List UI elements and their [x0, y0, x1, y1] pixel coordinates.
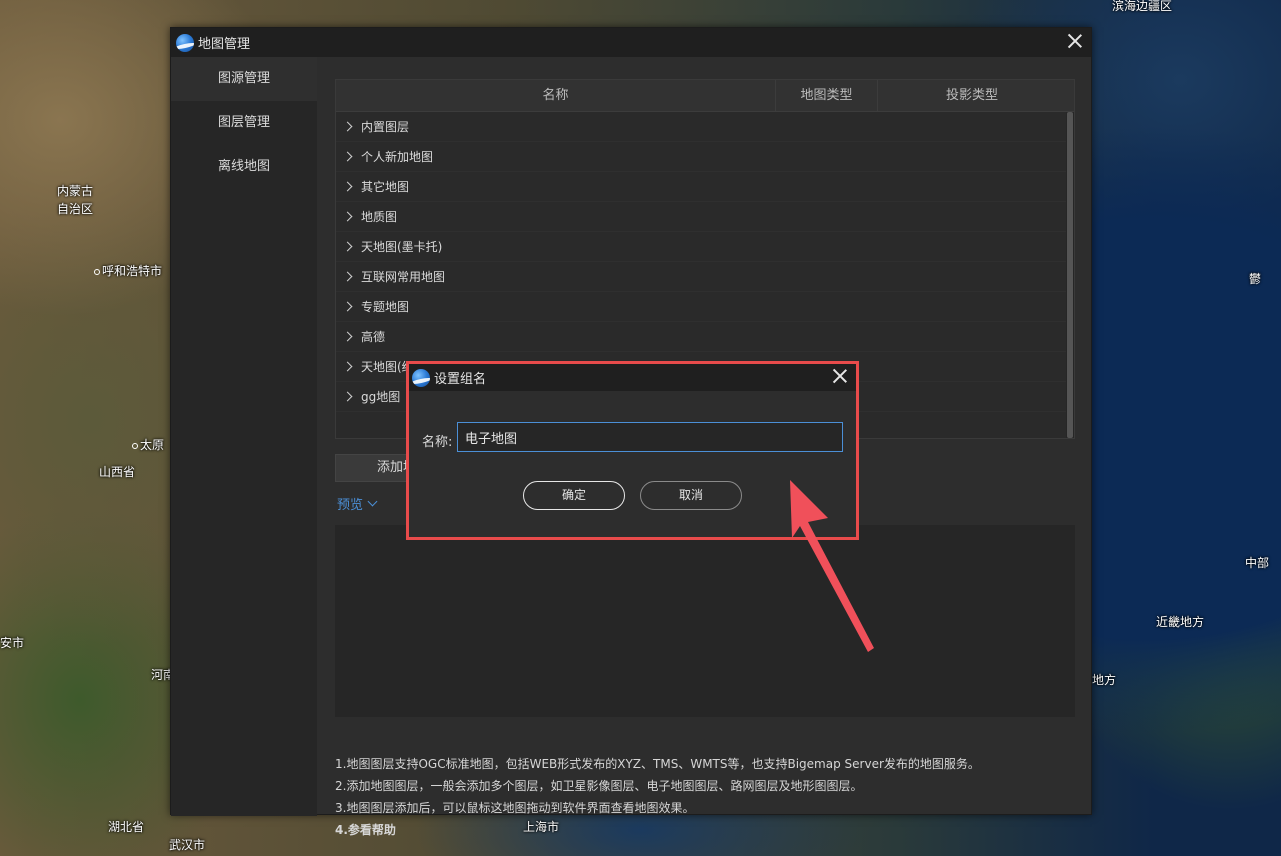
help-text: 1.地图图层支持OGC标准地图，包括WEB形式发布的XYZ、TMS、WMTS等，… — [335, 753, 1075, 841]
dialog-title: 设置组名 — [434, 372, 487, 387]
help-line: 1.地图图层支持OGC标准地图，包括WEB形式发布的XYZ、TMS、WMTS等，… — [335, 757, 980, 771]
table-scrollbar[interactable] — [1066, 112, 1074, 438]
map-label: 鬱 — [1249, 272, 1262, 286]
map-label: 地方 — [1092, 673, 1117, 687]
map-label: 山西省 — [99, 465, 136, 479]
tree-row[interactable]: 专题地图 — [336, 292, 1074, 322]
dialog-close-icon[interactable] — [832, 368, 848, 384]
preview-label: 预览 — [337, 498, 364, 513]
help-link[interactable]: 4.参看帮助 — [335, 819, 1075, 841]
help-line: 3.地图图层添加后，可以鼠标这地图拖动到软件界面查看地图效果。 — [335, 801, 695, 815]
tree-row[interactable]: 其它地图 — [336, 172, 1074, 202]
chevron-right-icon[interactable] — [342, 301, 353, 312]
scrollbar-thumb[interactable] — [1067, 112, 1073, 438]
map-label: 武汉市 — [169, 838, 206, 852]
column-header-projection[interactable]: 投影类型 — [878, 80, 1066, 111]
tree-row-label: 地质图 — [361, 210, 398, 224]
tree-row[interactable]: 地质图 — [336, 202, 1074, 232]
column-header-map-type[interactable]: 地图类型 — [776, 80, 878, 111]
chevron-right-icon[interactable] — [342, 151, 353, 162]
tree-row[interactable]: 互联网常用地图 — [336, 262, 1074, 292]
map-label: 自治区 — [57, 202, 94, 216]
sidebar-item-layers[interactable]: 图层管理 — [171, 101, 317, 145]
tree-row-label: 互联网常用地图 — [361, 270, 446, 284]
tree-row-label: gg地图 — [361, 390, 401, 404]
preview-toggle[interactable]: 预览 — [337, 494, 378, 513]
map-label: 太原 — [132, 436, 164, 453]
chevron-down-icon — [367, 496, 378, 507]
chevron-right-icon[interactable] — [342, 121, 353, 132]
tree-row-label: 个人新加地图 — [361, 150, 434, 164]
chevron-right-icon[interactable] — [342, 211, 353, 222]
city-dot-icon — [132, 442, 138, 449]
dialog-titlebar[interactable]: 设置组名 — [409, 364, 856, 391]
app-logo-icon — [176, 33, 194, 52]
sidebar-item-source[interactable]: 图源管理 — [171, 57, 317, 101]
map-label: 呼和浩特市 — [94, 262, 162, 279]
map-label: 安市 — [0, 636, 25, 650]
chevron-right-icon[interactable] — [342, 391, 353, 402]
map-label: 中部 — [1245, 556, 1270, 570]
window-title: 地图管理 — [198, 37, 251, 52]
window-titlebar[interactable]: 地图管理 — [171, 28, 1091, 57]
set-group-name-dialog: 设置组名 名称: 确定 取消 — [406, 361, 859, 540]
city-dot-icon — [94, 268, 100, 275]
tree-row[interactable]: 个人新加地图 — [336, 142, 1074, 172]
map-label: 湖北省 — [108, 820, 145, 834]
map-label: 近畿地方 — [1156, 615, 1205, 629]
confirm-button[interactable]: 确定 — [523, 481, 625, 510]
chevron-right-icon[interactable] — [342, 361, 353, 372]
tree-row[interactable]: 内置图层 — [336, 112, 1074, 142]
preview-area — [335, 525, 1075, 717]
chevron-right-icon[interactable] — [342, 331, 353, 342]
cancel-button[interactable]: 取消 — [640, 481, 742, 510]
tree-row[interactable]: 天地图(墨卡托) — [336, 232, 1074, 262]
tree-row-label: 天地图(墨卡托) — [361, 240, 443, 254]
tree-row-label: 内置图层 — [361, 120, 410, 134]
sidebar-item-offline[interactable]: 离线地图 — [171, 145, 317, 189]
app-logo-icon — [412, 368, 430, 387]
tree-row-label: 高德 — [361, 330, 386, 344]
help-line: 2.添加地图图层，一般会添加多个图层，如卫星影像图层、电子地图图层、路网图层及地… — [335, 779, 863, 793]
map-label: 内蒙古 — [57, 184, 94, 198]
sidebar: 图源管理 图层管理 离线地图 — [171, 57, 317, 816]
table-header: 名称 地图类型 投影类型 — [336, 80, 1074, 112]
tree-row[interactable]: 高德 — [336, 322, 1074, 352]
tree-row-label: 专题地图 — [361, 300, 410, 314]
tree-row-label: 其它地图 — [361, 180, 410, 194]
close-icon[interactable] — [1067, 33, 1083, 49]
column-header-name[interactable]: 名称 — [336, 80, 776, 111]
name-label: 名称: — [422, 435, 453, 450]
map-label: 滨海边疆区 — [1112, 0, 1173, 13]
group-name-input[interactable] — [457, 422, 843, 452]
chevron-right-icon[interactable] — [342, 181, 353, 192]
chevron-right-icon[interactable] — [342, 271, 353, 282]
chevron-right-icon[interactable] — [342, 241, 353, 252]
